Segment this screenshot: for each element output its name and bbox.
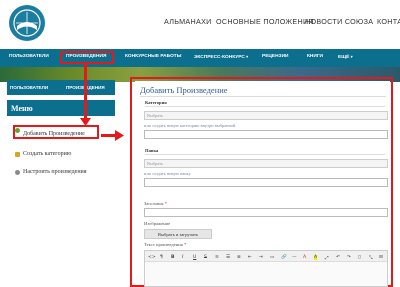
folder-hint: или создать новую папку: [144, 171, 191, 176]
title-label: Заголовок *: [144, 201, 167, 206]
align-icon[interactable]: ≣: [237, 255, 241, 260]
tab-users[interactable]: ПОЛЬЗОВАТЕЛИ: [10, 85, 48, 90]
page-title: Добавить Произведение: [140, 85, 228, 95]
bold-icon[interactable]: B: [171, 255, 175, 260]
category-divider: [145, 106, 385, 107]
highlight-add-work: [13, 125, 99, 139]
gear-icon: [15, 170, 20, 175]
highlight-nav-works: [60, 51, 114, 64]
horizontal-rule-icon[interactable]: —: [292, 255, 297, 260]
category-label: Категория: [145, 100, 167, 105]
nav-more-label: ЕЩЁ: [338, 55, 350, 60]
nav-reviews[interactable]: РЕЦЕНЗИИ: [262, 54, 288, 59]
ordered-list-icon[interactable]: ☰: [226, 255, 230, 260]
folder-icon: [15, 152, 20, 157]
arrow-line-horizontal: [101, 134, 116, 137]
title-divider: [140, 96, 386, 97]
folder-divider: [145, 154, 385, 155]
outdent-icon[interactable]: ⇤: [248, 255, 252, 260]
arrow-down-icon: [80, 118, 91, 126]
required-mark: *: [164, 201, 168, 206]
list-icon[interactable]: ≡: [215, 255, 219, 260]
strikethrough-icon[interactable]: S: [204, 255, 207, 260]
arrow-line-vertical: [84, 64, 87, 122]
expand-icon[interactable]: ⤡: [369, 255, 373, 261]
folder-label: Папка: [145, 148, 159, 153]
folder-select[interactable]: Выбрать: [144, 159, 388, 168]
text-label: Текст произведения *: [144, 242, 186, 247]
indent-icon[interactable]: ⇥: [259, 255, 263, 260]
upload-button[interactable]: Выбрать и загрузить: [144, 229, 212, 239]
title-label-text: Заголовок: [144, 201, 164, 206]
image-label: Изображение: [144, 221, 171, 226]
title-input[interactable]: [144, 208, 388, 217]
menu-title: Меню: [11, 104, 33, 113]
nav-more[interactable]: ЕЩЁ ▾: [338, 54, 353, 60]
new-folder-input[interactable]: [144, 178, 388, 187]
text-label-text: Текст произведения: [144, 242, 183, 247]
nav-express-contest-label: ЭКСПРЕСС-КОНКУРС: [194, 55, 245, 60]
required-mark: *: [184, 242, 187, 247]
category-hint: или создать новую категорию внутри выбра…: [144, 123, 236, 128]
nav-express-contest[interactable]: ЭКСПРЕСС-КОНКУРС ▾: [194, 54, 248, 60]
top-nav-union-news[interactable]: НОВОСТИ СОЮЗА: [305, 17, 373, 26]
highlight-color-icon[interactable]: A: [314, 255, 318, 260]
top-nav-contacts[interactable]: КОНТАКТЫ: [377, 17, 400, 26]
top-nav-almanacs[interactable]: АЛЬМАНАХИ: [164, 17, 212, 26]
font-color-icon[interactable]: A: [303, 255, 306, 260]
union-globe-book-logo[interactable]: [8, 4, 46, 42]
sidebar-item-create-category[interactable]: Создать категорию: [23, 151, 71, 157]
paragraph-icon[interactable]: ¶: [160, 255, 163, 260]
top-nav-main-provisions[interactable]: ОСНОВНЫЕ ПОЛОЖЕНИЯ: [216, 17, 314, 26]
sidebar-item-configure-works[interactable]: Настроить произведения: [23, 169, 87, 175]
chevron-down-icon: ▾: [350, 54, 353, 59]
nav-books[interactable]: КНИГИ: [307, 54, 323, 59]
undo-icon[interactable]: ↶: [336, 255, 340, 260]
nav-users[interactable]: ПОЛЬЗОВАТЕЛИ: [9, 54, 49, 59]
chevron-down-icon: ▾: [246, 54, 249, 59]
link-icon[interactable]: 🔗: [281, 255, 287, 260]
nav-contest-works[interactable]: КОНКУРСНЫЕ РАБОТЫ: [125, 54, 181, 59]
arrow-right-icon: [115, 130, 124, 141]
underline-icon[interactable]: U: [193, 255, 196, 260]
fullscreen-icon[interactable]: ⤢: [325, 255, 329, 261]
image-icon[interactable]: ▭: [270, 255, 274, 260]
italic-icon[interactable]: I: [182, 255, 183, 260]
source-code-icon[interactable]: <>: [148, 255, 156, 260]
table-icon[interactable]: ▯: [358, 255, 361, 260]
redo-icon[interactable]: ↷: [347, 255, 351, 260]
new-category-input[interactable]: [144, 130, 388, 139]
category-select[interactable]: Выбрать: [144, 111, 388, 120]
collapse-icon[interactable]: ⊟: [379, 255, 383, 260]
